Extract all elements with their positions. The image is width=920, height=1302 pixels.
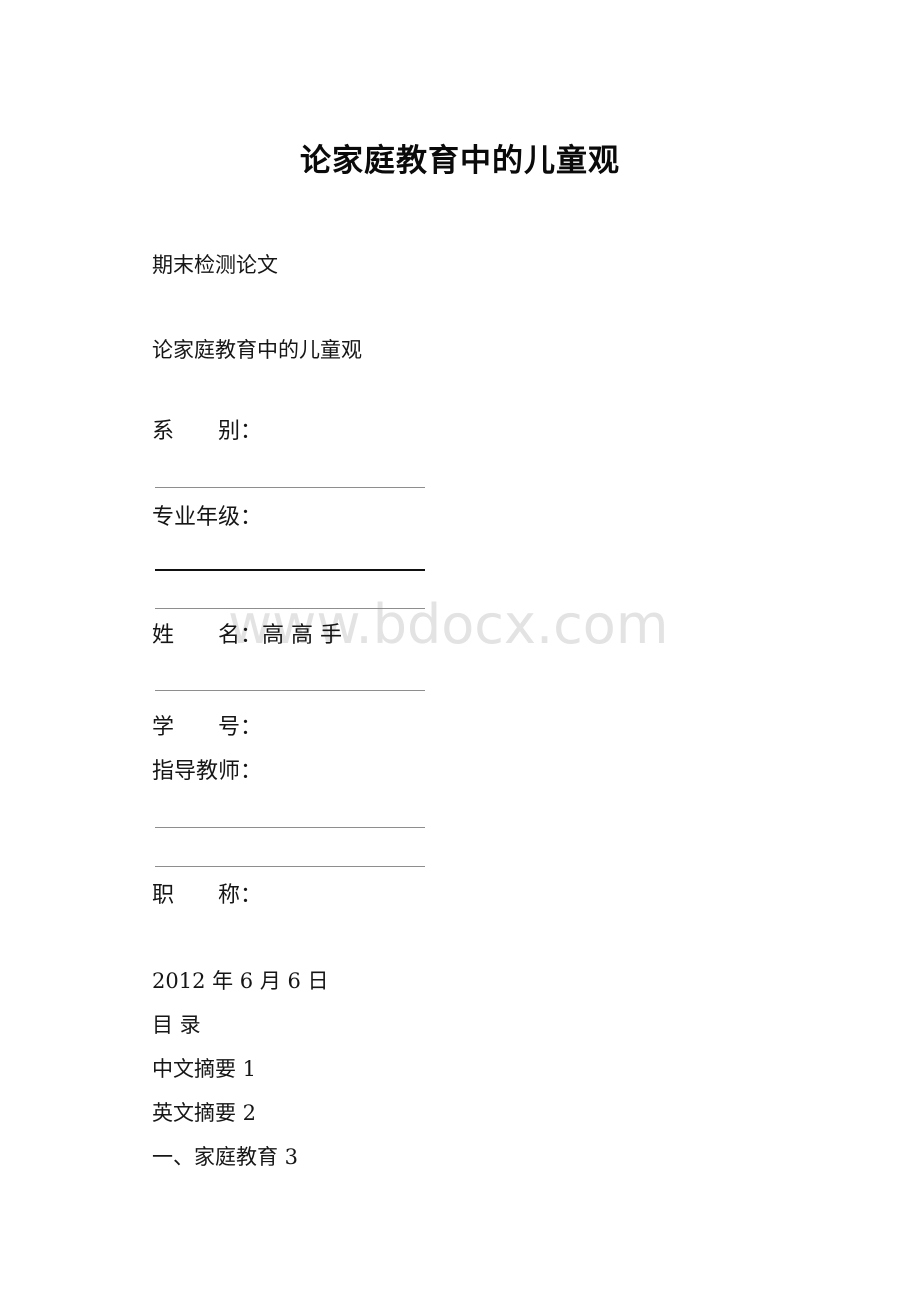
toc-entry-family-education: 一、家庭教育 3 (152, 1145, 299, 1169)
cover-field-rule-2 (155, 569, 425, 571)
cover-field-rule-6 (155, 866, 425, 867)
cover-field-rule-5 (155, 827, 425, 828)
cover-field-name-value: 高 高 手 (262, 623, 343, 648)
cover-field-name-label: 姓 名： (152, 623, 263, 648)
cover-field-major-grade-label: 专业年级： (152, 505, 263, 530)
document-page: www.bdocx.com 论家庭教育中的儿童观 期末检测论文 论家庭教育中的儿… (0, 0, 920, 1302)
document-subtitle: 期末检测论文 (152, 253, 278, 277)
cover-field-department-label: 系 别： (152, 419, 263, 444)
cover-field-rule-1 (155, 487, 425, 488)
cover-field-rank-label: 职 称： (152, 883, 263, 908)
toc-heading: 目 录 (152, 1013, 201, 1037)
toc-entry-chinese-abstract: 中文摘要 1 (152, 1057, 257, 1081)
cover-date: 2012 年 6 月 6 日 (152, 969, 329, 993)
cover-field-name-row: 姓 名：高 高 手 (152, 622, 342, 650)
paper-title-line: 论家庭教育中的儿童观 (152, 338, 362, 362)
page-title: 论家庭教育中的儿童观 (300, 143, 620, 179)
cover-field-student-id-label: 学 号： (152, 715, 263, 740)
toc-entry-english-abstract: 英文摘要 2 (152, 1101, 257, 1125)
cover-field-advisor-label: 指导教师： (152, 759, 263, 784)
cover-field-rule-3 (155, 608, 425, 609)
cover-field-rule-4 (155, 690, 425, 691)
